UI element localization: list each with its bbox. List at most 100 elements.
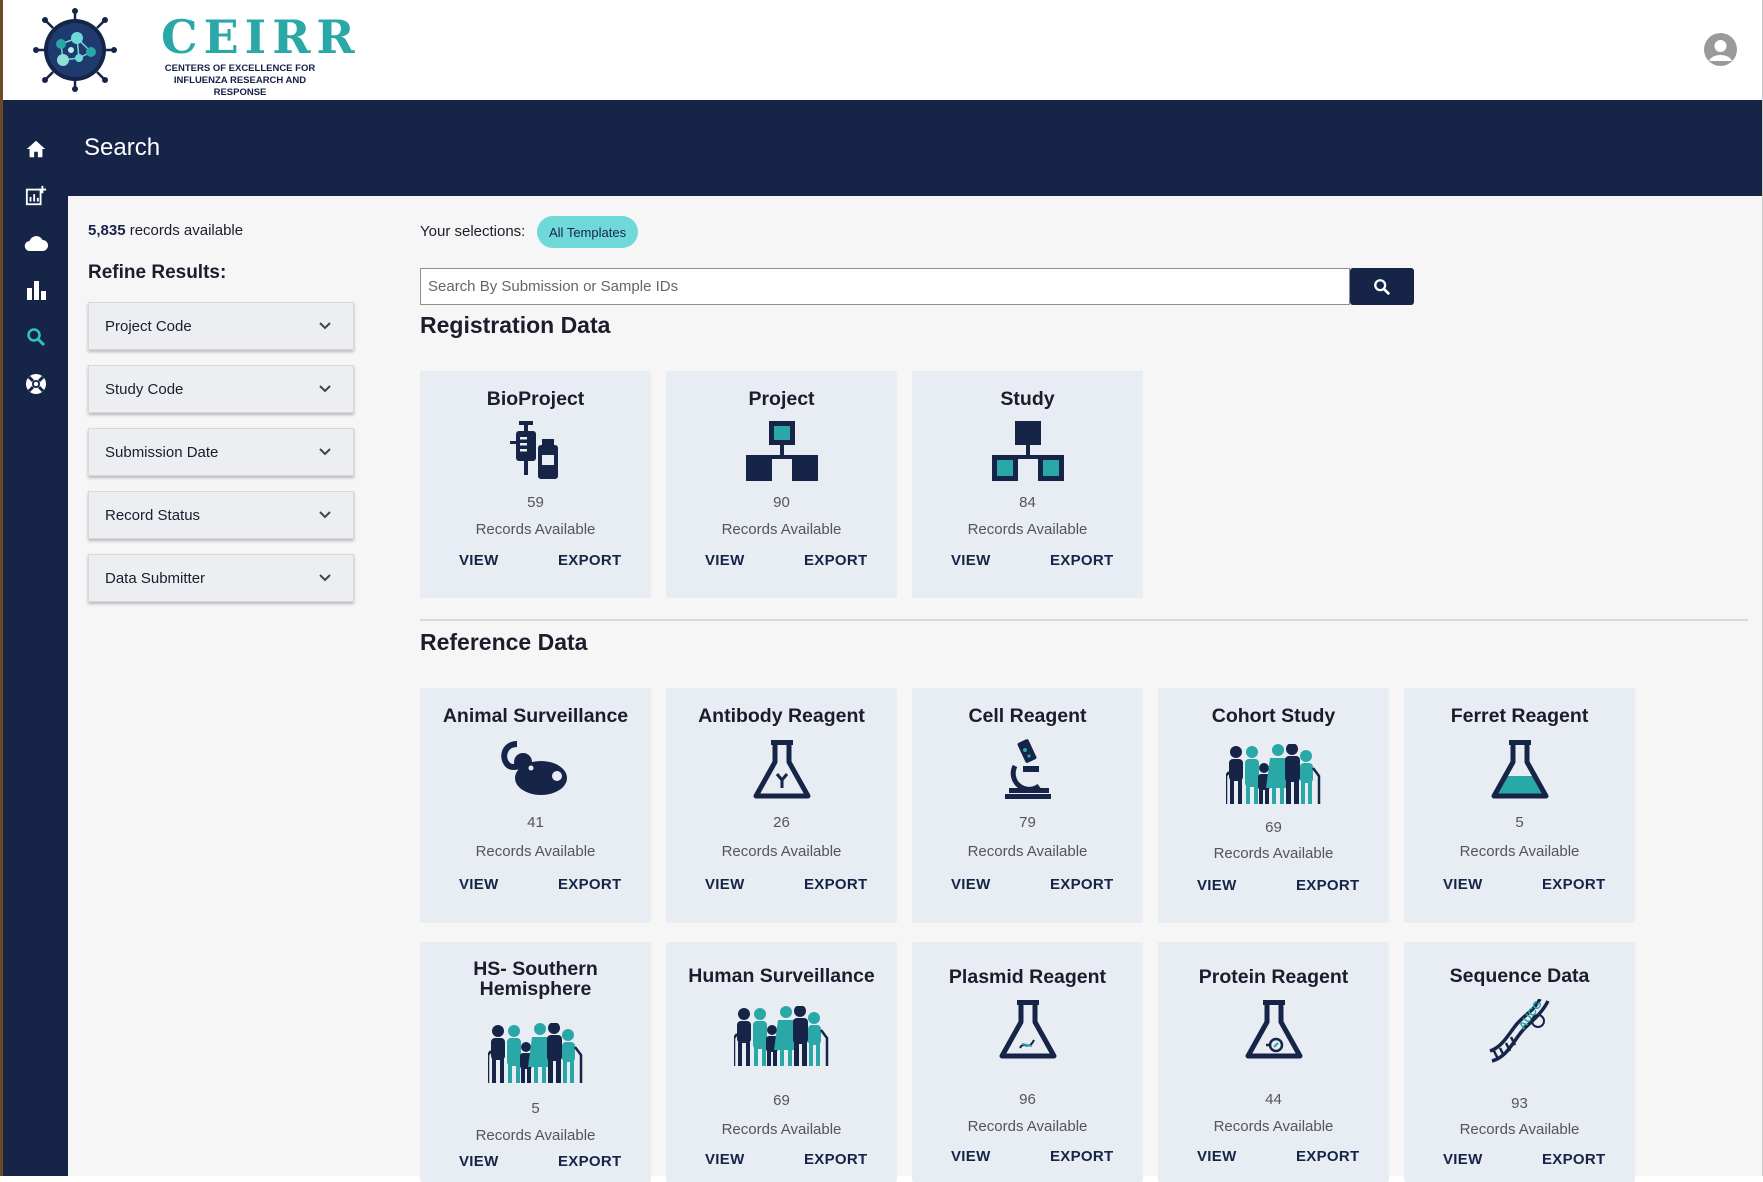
report-add-icon[interactable] bbox=[23, 183, 49, 209]
family-icon bbox=[487, 1023, 582, 1083]
sidebar-nav bbox=[3, 100, 68, 1176]
card-export-button[interactable]: EXPORT bbox=[1542, 1151, 1605, 1168]
card-records-available-label: Records Available bbox=[967, 843, 1088, 860]
card-view-button[interactable]: VIEW bbox=[1197, 877, 1237, 894]
filter-project-code[interactable]: Project Code bbox=[88, 302, 354, 350]
syringe-vial-icon bbox=[509, 421, 558, 479]
card-record-count: 69 bbox=[1265, 819, 1282, 836]
filter-record-status[interactable]: Record Status bbox=[88, 491, 354, 539]
page-title: Search bbox=[84, 134, 161, 161]
filter-submission-date[interactable]: Submission Date bbox=[88, 428, 354, 476]
card-export-button[interactable]: EXPORT bbox=[1542, 876, 1605, 893]
card-record-count: 41 bbox=[527, 814, 544, 831]
card-title: Study bbox=[1000, 388, 1055, 410]
refine-results-heading: Refine Results: bbox=[88, 262, 227, 283]
card-records-available-label: Records Available bbox=[1213, 1118, 1334, 1135]
filter-label: Submission Date bbox=[105, 443, 219, 461]
flask-antibody-icon bbox=[753, 740, 810, 799]
card-view-button[interactable]: VIEW bbox=[705, 876, 745, 893]
chevron-down-icon bbox=[319, 385, 331, 393]
filter-study-code[interactable]: Study Code bbox=[88, 365, 354, 413]
card-export-button[interactable]: EXPORT bbox=[558, 1153, 621, 1170]
card-record-count: 44 bbox=[1265, 1091, 1282, 1108]
card-hs-southern-hemisphere: HS- Southern Hemisphere 5 Records Availa… bbox=[420, 942, 651, 1182]
bar-chart-icon[interactable] bbox=[23, 277, 49, 303]
card-record-count: 84 bbox=[1019, 494, 1036, 511]
card-view-button[interactable]: VIEW bbox=[1443, 876, 1483, 893]
card-export-button[interactable]: EXPORT bbox=[558, 876, 621, 893]
chevron-down-icon bbox=[319, 322, 331, 330]
card-view-button[interactable]: VIEW bbox=[951, 552, 991, 569]
card-ferret-reagent: Ferret Reagent 5 Records Available VIEW … bbox=[1404, 688, 1635, 923]
card-record-count: 93 bbox=[1511, 1095, 1528, 1112]
card-view-button[interactable]: VIEW bbox=[951, 876, 991, 893]
ceirr-logo[interactable]: CEIRR CENTERS OF EXCELLENCE FOR INFLUENZ… bbox=[33, 8, 355, 98]
card-records-available-label: Records Available bbox=[967, 1118, 1088, 1135]
selection-chip-all-templates[interactable]: All Templates bbox=[537, 216, 639, 248]
search-input[interactable] bbox=[420, 268, 1350, 305]
card-cohort-study: Cohort Study 69 Records Available VIEW E… bbox=[1158, 688, 1389, 923]
card-view-button[interactable]: VIEW bbox=[1197, 1148, 1237, 1165]
chevron-down-icon bbox=[319, 448, 331, 456]
card-protein-reagent: Protein Reagent 44 Records Available VIE… bbox=[1158, 942, 1389, 1182]
records-available-count: 5,835 records available bbox=[88, 222, 244, 239]
card-export-button[interactable]: EXPORT bbox=[1050, 1148, 1113, 1165]
card-export-button[interactable]: EXPORT bbox=[558, 552, 621, 569]
card-export-button[interactable]: EXPORT bbox=[1296, 877, 1359, 894]
card-export-button[interactable]: EXPORT bbox=[1050, 552, 1113, 569]
card-export-button[interactable]: EXPORT bbox=[804, 552, 867, 569]
card-view-button[interactable]: VIEW bbox=[459, 552, 499, 569]
app-header: CEIRR CENTERS OF EXCELLENCE FOR INFLUENZ… bbox=[3, 0, 1762, 100]
card-record-count: 5 bbox=[1515, 814, 1524, 831]
search-button[interactable] bbox=[1350, 268, 1414, 305]
dna-icon: AUCG bbox=[1488, 999, 1550, 1063]
card-title: Plasmid Reagent bbox=[948, 966, 1107, 988]
card-records-available-label: Records Available bbox=[1459, 843, 1580, 860]
card-project: Project 90 Records Available VIEW EXPORT bbox=[666, 371, 897, 598]
card-records-available-label: Records Available bbox=[475, 521, 596, 538]
microscope-icon bbox=[1004, 739, 1051, 799]
card-title: Project bbox=[748, 388, 815, 410]
card-view-button[interactable]: VIEW bbox=[459, 1153, 499, 1170]
card-view-button[interactable]: VIEW bbox=[705, 1151, 745, 1168]
card-records-available-label: Records Available bbox=[1459, 1121, 1580, 1138]
card-plasmid-reagent: Plasmid Reagent 96 Records Available VIE… bbox=[912, 942, 1143, 1182]
card-title: Sequence Data bbox=[1449, 965, 1590, 987]
card-records-available-label: Records Available bbox=[721, 521, 842, 538]
search-icon[interactable] bbox=[23, 324, 49, 350]
filter-data-submitter[interactable]: Data Submitter bbox=[88, 554, 354, 602]
card-export-button[interactable]: EXPORT bbox=[1050, 876, 1113, 893]
card-view-button[interactable]: VIEW bbox=[459, 876, 499, 893]
card-antibody-reagent: Antibody Reagent 26 Records Available VI… bbox=[666, 688, 897, 923]
card-export-button[interactable]: EXPORT bbox=[1296, 1148, 1359, 1165]
card-title: Antibody Reagent bbox=[698, 705, 865, 727]
filter-label: Data Submitter bbox=[105, 569, 206, 587]
card-cell-reagent: Cell Reagent 79 Records Available VIEW E… bbox=[912, 688, 1143, 923]
card-title: Cohort Study bbox=[1211, 705, 1336, 727]
hierarchy-icon bbox=[991, 421, 1064, 481]
card-records-available-label: Records Available bbox=[475, 843, 596, 860]
reference-data-heading: Reference Data bbox=[420, 629, 588, 655]
card-title: Human Surveillance bbox=[688, 965, 875, 987]
filter-label: Study Code bbox=[105, 380, 184, 398]
flask-filled-icon bbox=[1491, 740, 1548, 799]
card-export-button[interactable]: EXPORT bbox=[804, 1151, 867, 1168]
card-records-available-label: Records Available bbox=[721, 843, 842, 860]
card-export-button[interactable]: EXPORT bbox=[804, 876, 867, 893]
card-view-button[interactable]: VIEW bbox=[951, 1148, 991, 1165]
user-avatar-icon[interactable] bbox=[1704, 33, 1737, 66]
card-records-available-label: Records Available bbox=[475, 1127, 596, 1144]
family-icon bbox=[1225, 744, 1320, 804]
home-icon[interactable] bbox=[23, 136, 49, 162]
card-sequence-data: Sequence Data AUCG 93 Records Available … bbox=[1404, 942, 1635, 1182]
card-record-count: 79 bbox=[1019, 814, 1036, 831]
card-view-button[interactable]: VIEW bbox=[1443, 1151, 1483, 1168]
cloud-icon[interactable] bbox=[23, 230, 49, 256]
card-view-button[interactable]: VIEW bbox=[705, 552, 745, 569]
section-divider bbox=[420, 619, 1748, 621]
support-icon[interactable] bbox=[23, 371, 49, 397]
chevron-down-icon bbox=[319, 511, 331, 519]
card-title: HS- Southern Hemisphere bbox=[473, 958, 598, 1000]
search-icon bbox=[1374, 278, 1391, 295]
card-record-count: 69 bbox=[773, 1092, 790, 1109]
